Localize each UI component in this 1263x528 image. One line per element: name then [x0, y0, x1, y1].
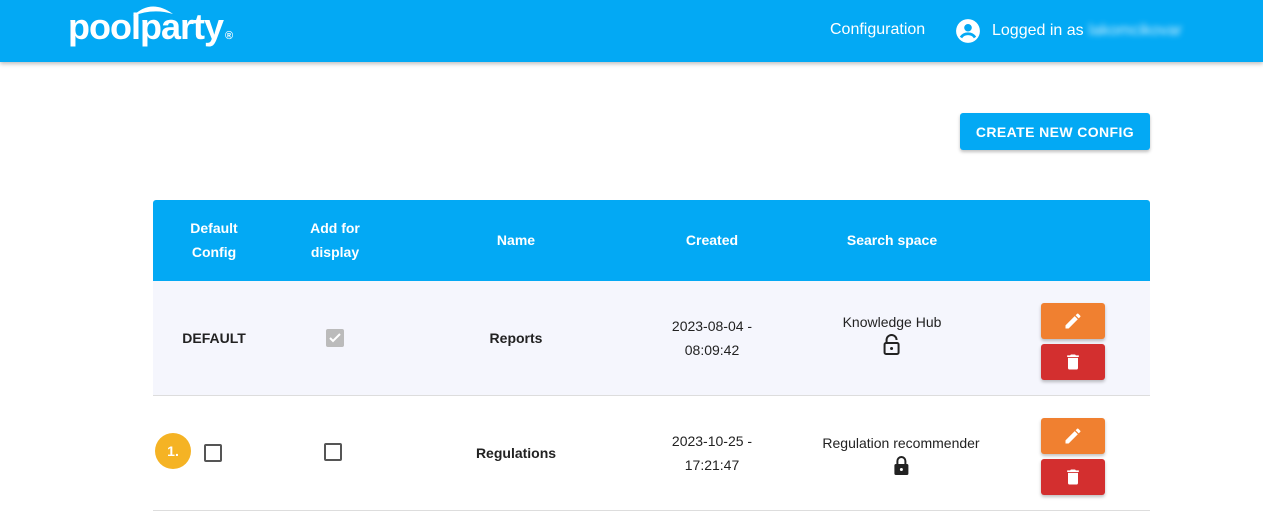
poolparty-logo[interactable]: poolparty ®: [68, 6, 233, 48]
pencil-icon: [1065, 428, 1081, 444]
delete-button[interactable]: [1041, 459, 1105, 495]
col-add-for-display[interactable]: Add for display: [310, 216, 360, 264]
table-header: Default Config Add for display Name Create…: [153, 200, 1150, 281]
lock-open-icon: [883, 334, 900, 355]
add-for-display-checkbox[interactable]: [326, 329, 344, 347]
configuration-link[interactable]: Configuration: [830, 21, 925, 39]
username: lakomcikovar: [1088, 22, 1182, 39]
step-badge: 1.: [155, 433, 191, 469]
app-header: poolparty ® Configuration Logged in as la…: [0, 0, 1263, 62]
col-name[interactable]: Name: [497, 228, 535, 252]
table-row: DEFAULT Reports 2023-08-04 -08:09:42 Kno…: [153, 281, 1150, 396]
logged-in-label: Logged in as: [992, 22, 1084, 39]
col-search-space[interactable]: Search space: [847, 228, 937, 252]
config-name: Reports: [489, 330, 543, 346]
created-date: 2023-10-25 -17:21:47: [671, 433, 753, 473]
edit-button[interactable]: [1041, 303, 1105, 339]
config-name: Regulations: [475, 445, 557, 461]
config-table: Default Config Add for display Name Create…: [153, 200, 1150, 511]
user-menu[interactable]: Logged in as lakomcikovar: [955, 18, 1182, 44]
lock-icon: [893, 456, 908, 475]
trash-icon: [1067, 354, 1079, 370]
create-new-config-button[interactable]: CREATE NEW CONFIG: [960, 113, 1150, 150]
pencil-icon: [1065, 313, 1081, 329]
add-for-display-checkbox[interactable]: [324, 443, 342, 461]
created-date: 2023-08-04 -08:09:42: [671, 318, 753, 358]
col-created[interactable]: Created: [686, 228, 738, 252]
col-default-config[interactable]: Default Config: [190, 216, 237, 264]
default-label: DEFAULT: [182, 330, 246, 346]
account-circle-icon: [956, 19, 980, 43]
delete-button[interactable]: [1041, 344, 1105, 380]
edit-button[interactable]: [1041, 418, 1105, 454]
search-space: Regulation recommender: [822, 431, 980, 484]
table-row: 1. Regulations 2023-10-25 -17:21:47 Regu…: [153, 396, 1150, 511]
trash-icon: [1067, 469, 1079, 485]
default-config-checkbox[interactable]: [204, 444, 222, 462]
search-space: Knowledge Hub: [843, 310, 941, 363]
